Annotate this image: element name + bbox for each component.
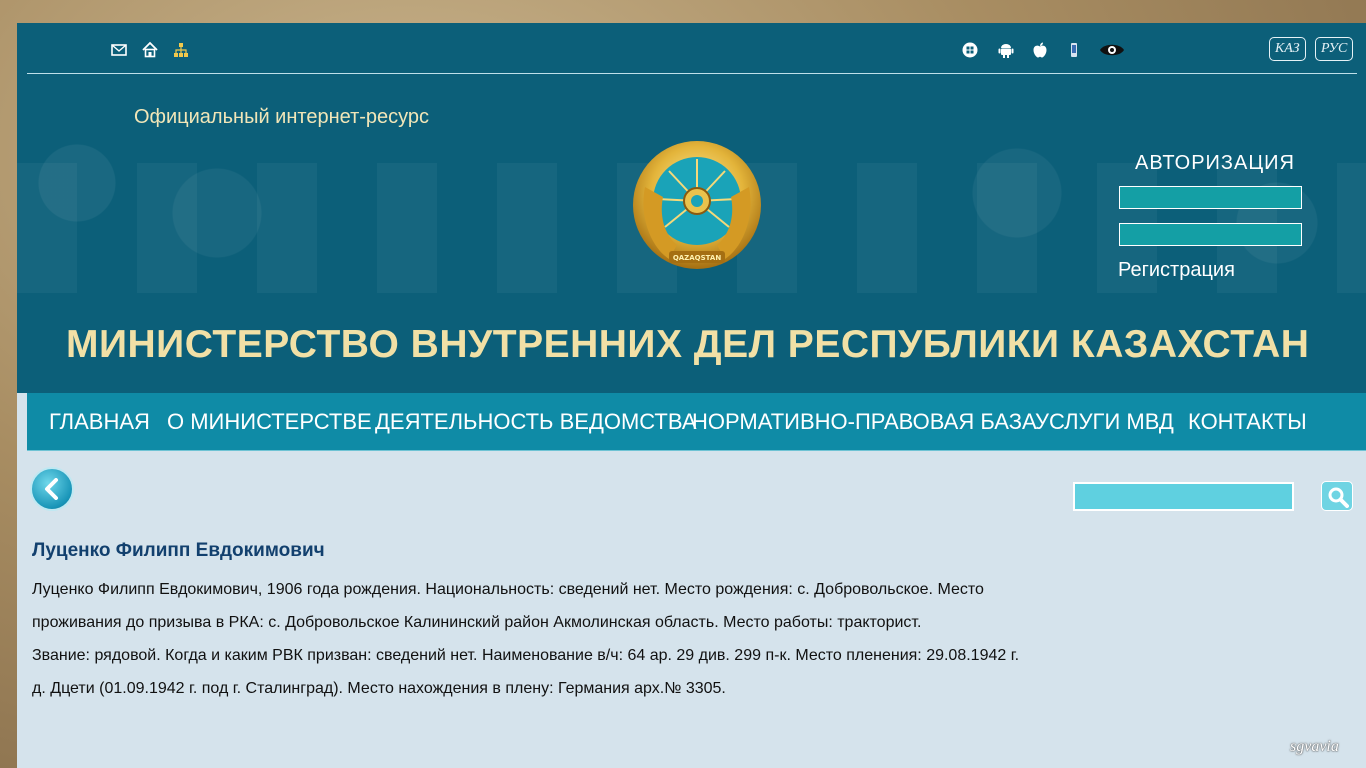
- auth-title: АВТОРИЗАЦИЯ: [1135, 152, 1295, 174]
- back-button[interactable]: [30, 467, 74, 511]
- person-name-heading: Луценко Филипп Евдокимович: [32, 540, 325, 561]
- password-input[interactable]: [1119, 223, 1302, 246]
- search-input[interactable]: [1073, 482, 1294, 511]
- page-frame: КАЗ РУС Официальный интернет-ресурс QAZA…: [17, 23, 1366, 768]
- nav-item-about[interactable]: О МИНИСТЕРСТВЕ: [167, 393, 372, 450]
- main-nav: ГЛАВНАЯ О МИНИСТЕРСТВЕ ДЕЯТЕЛЬНОСТЬ ВЕДО…: [27, 393, 1366, 451]
- nav-item-home[interactable]: ГЛАВНАЯ: [49, 393, 150, 450]
- svg-text:QAZAQSTAN: QAZAQSTAN: [673, 254, 722, 262]
- official-resource-label: Официальный интернет-ресурс: [134, 106, 430, 128]
- lang-ru-button[interactable]: РУС: [1315, 37, 1354, 61]
- mobile-icon[interactable]: [1065, 41, 1083, 59]
- ministry-title: МИНИСТЕРСТВО ВНУТРЕННИХ ДЕЛ РЕСПУБЛИКИ К…: [66, 323, 1310, 366]
- nav-item-activity[interactable]: ДЕЯТЕЛЬНОСТЬ ВЕДОМСТВА: [375, 393, 697, 450]
- person-bio: Луценко Филипп Евдокимович, 1906 года ро…: [32, 573, 1062, 705]
- search-icon: [1328, 487, 1349, 508]
- sitemap-icon[interactable]: [172, 41, 190, 59]
- chevron-left-icon: [45, 478, 58, 500]
- top-bar: КАЗ РУС: [17, 23, 1366, 75]
- apple-icon[interactable]: [1031, 41, 1049, 59]
- eye-icon[interactable]: [1099, 41, 1125, 59]
- top-divider: [27, 73, 1357, 74]
- bio-line: Звание: рядовой. Когда и каким РВК призв…: [32, 647, 1020, 664]
- nav-item-services[interactable]: УСЛУГИ МВД: [1035, 393, 1174, 450]
- android-icon[interactable]: [997, 41, 1015, 59]
- login-input[interactable]: [1119, 186, 1302, 209]
- nav-item-legal-base[interactable]: НОРМАТИВНО-ПРАВОВАЯ БАЗА: [692, 393, 1037, 450]
- bio-line: Луценко Филипп Евдокимович, 1906 года ро…: [32, 581, 984, 598]
- coat-of-arms-icon: QAZAQSTAN: [633, 141, 761, 269]
- lang-kz-button[interactable]: КАЗ: [1269, 37, 1306, 61]
- register-link[interactable]: Регистрация: [1118, 259, 1235, 282]
- nav-item-contacts[interactable]: КОНТАКТЫ: [1188, 393, 1307, 450]
- home-icon[interactable]: [141, 41, 159, 59]
- bio-line: д. Дцети (01.09.1942 г. под г. Сталингра…: [32, 680, 726, 697]
- mail-icon[interactable]: [110, 41, 128, 59]
- watermark: sgvavia: [1290, 738, 1339, 755]
- site-header: КАЗ РУС Официальный интернет-ресурс QAZA…: [17, 23, 1366, 393]
- windows-icon[interactable]: [961, 41, 979, 59]
- bio-line: проживания до призыва в РКА: с. Добровол…: [32, 614, 922, 631]
- search-button[interactable]: [1321, 481, 1353, 511]
